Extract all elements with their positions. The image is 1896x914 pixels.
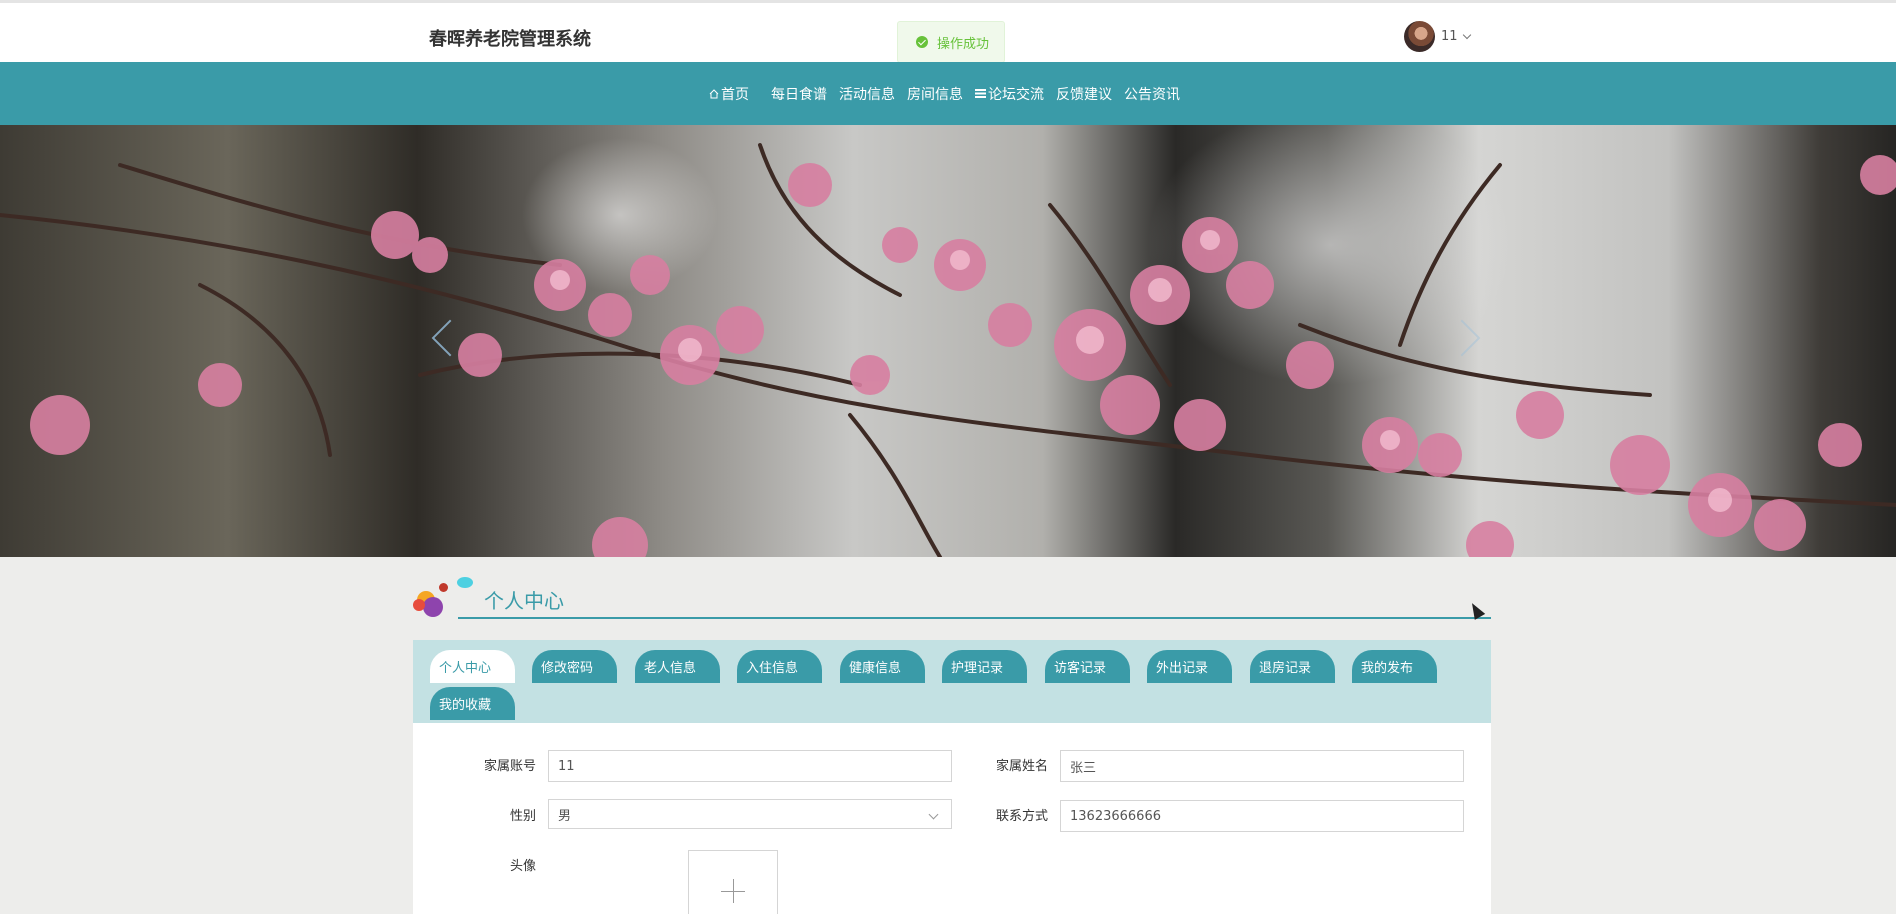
nav-item-forum[interactable]: 论坛交流 — [975, 84, 1044, 104]
tab-checkout-records[interactable]: 退房记录 — [1250, 650, 1335, 683]
nav-item-news[interactable]: 公告资讯 — [1124, 84, 1180, 104]
name-label: 家属姓名 — [995, 759, 1048, 774]
tab-change-password[interactable]: 修改密码 — [532, 650, 617, 683]
section-header: 个人中心 — [413, 577, 1491, 622]
nav-label: 活动信息 — [839, 86, 895, 103]
nav-label: 论坛交流 — [988, 86, 1044, 103]
tab-profile[interactable]: 个人中心 — [430, 650, 515, 683]
gender-value: 男 — [558, 808, 572, 824]
user-name: 11 — [1441, 29, 1458, 44]
avatar-upload[interactable] — [688, 850, 778, 914]
nav-label: 房间信息 — [907, 86, 963, 103]
section-title: 个人中心 — [484, 589, 564, 613]
avatar[interactable] — [1404, 21, 1435, 52]
chevron-down-icon — [928, 809, 939, 820]
toast-message: 操作成功 — [937, 36, 990, 52]
phone-field[interactable]: 13623666666 — [1060, 800, 1464, 832]
forum-icon — [975, 89, 986, 98]
success-toast: 操作成功 — [897, 21, 1005, 63]
tab-outing-records[interactable]: 外出记录 — [1147, 650, 1232, 683]
gender-label: 性别 — [509, 809, 536, 824]
nav-label: 首页 — [721, 86, 749, 103]
tab-my-favorites[interactable]: 我的收藏 — [430, 687, 515, 720]
avatar-label: 头像 — [509, 859, 536, 874]
nav-label: 每日食谱 — [771, 86, 827, 103]
user-menu[interactable]: 11 — [1404, 21, 1471, 52]
gender-select[interactable]: 男 — [548, 799, 952, 829]
chevron-down-icon[interactable] — [1462, 30, 1471, 39]
nav-label: 公告资讯 — [1124, 86, 1180, 103]
nav-item-home[interactable]: 首页 — [709, 84, 749, 104]
plus-icon-stroke — [733, 879, 734, 903]
account-label: 家属账号 — [483, 759, 536, 774]
banner-carousel — [0, 125, 1896, 557]
profile-tabs: 个人中心 修改密码 老人信息 入住信息 健康信息 护理记录 访客记录 外出记录 … — [413, 640, 1491, 723]
profile-form: 家属账号 11 家属姓名 张三 性别 男 联系方式 13623666666 头像 — [413, 723, 1491, 914]
tab-my-posts[interactable]: 我的发布 — [1352, 650, 1437, 683]
main-nav: 首页 每日食谱 活动信息 房间信息 论坛交流 反馈建议 公告资讯 — [0, 62, 1896, 125]
name-field[interactable]: 张三 — [1060, 750, 1464, 782]
account-field[interactable]: 11 — [548, 750, 952, 782]
site-title: 春晖养老院管理系统 — [429, 29, 591, 50]
tab-nursing-records[interactable]: 护理记录 — [942, 650, 1027, 683]
nav-label: 反馈建议 — [1056, 86, 1112, 103]
check-circle-icon — [916, 36, 928, 48]
top-bar: 春晖养老院管理系统 操作成功 11 — [0, 0, 1896, 63]
nav-item-recipes[interactable]: 每日食谱 — [771, 84, 827, 104]
nav-item-feedback[interactable]: 反馈建议 — [1056, 84, 1112, 104]
tab-checkin-info[interactable]: 入住信息 — [737, 650, 822, 683]
tab-health-info[interactable]: 健康信息 — [840, 650, 925, 683]
phone-label: 联系方式 — [995, 809, 1048, 824]
title-divider — [458, 617, 1491, 619]
nav-item-activities[interactable]: 活动信息 — [839, 84, 895, 104]
plum-blossom-image — [0, 143, 1896, 557]
nav-item-rooms[interactable]: 房间信息 — [907, 84, 963, 104]
home-icon — [709, 88, 719, 98]
tab-visitor-records[interactable]: 访客记录 — [1045, 650, 1130, 683]
tab-elderly-info[interactable]: 老人信息 — [635, 650, 720, 683]
